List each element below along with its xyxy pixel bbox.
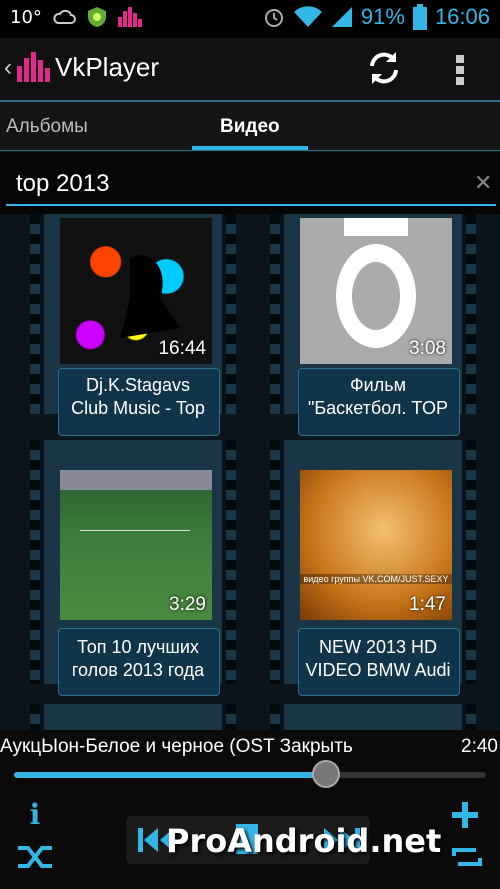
video-title-line2: "Баскетбол. TOP: [307, 398, 449, 418]
status-bar: 10° 91% 16:06: [0, 0, 500, 38]
android-shield-icon: [87, 7, 106, 27]
player-panel: АукцЫон-Белое и черное (OST Закрыть 2:40: [0, 730, 500, 889]
video-duration: 3:29: [169, 594, 206, 615]
video-title-line2: VIDEO BMW Audi: [305, 660, 451, 680]
refresh-icon[interactable]: [364, 48, 404, 88]
stadium-stands: [60, 470, 212, 490]
search-input[interactable]: top 2013: [16, 170, 109, 198]
equalizer-icon: [117, 7, 142, 27]
video-title-line2: голов 2013 года: [71, 660, 205, 680]
search-underline: [6, 204, 496, 206]
video-thumbnail: 3:29: [60, 470, 212, 620]
video-title-line1: NEW 2013 HD: [318, 637, 438, 657]
tab-divider: [0, 150, 500, 151]
add-icon[interactable]: [450, 800, 480, 830]
wifi-icon: [293, 6, 322, 27]
alarm-icon: [264, 9, 283, 27]
overflow-menu-icon[interactable]: [452, 52, 468, 88]
video-card[interactable]: видео группы VK.COM/JUST.SEXY 1:47 NEW 2…: [270, 440, 476, 696]
video-duration: 16:44: [158, 338, 206, 359]
clock: 16:06: [434, 4, 490, 29]
video-title-line1: Фильм: [350, 375, 406, 395]
battery-icon: [412, 4, 427, 30]
elapsed-time: 2:40: [461, 736, 498, 757]
video-thumbnail: 3:08: [300, 218, 452, 364]
tab-bar: Альбомы Видео: [0, 102, 500, 152]
video-card[interactable]: 16:44 Dj.K.Stagavs Club Music - Top: [30, 214, 236, 436]
battery-percent: 91%: [360, 4, 405, 29]
signal-icon: [331, 7, 352, 27]
shuffle-icon[interactable]: [14, 840, 58, 874]
temperature: 10°: [10, 6, 42, 28]
video-title-line1: Топ 10 лучших: [77, 637, 199, 657]
search-bar: top 2013 ✕: [0, 152, 500, 214]
seek-thumb[interactable]: [312, 760, 340, 788]
video-title-line1: Dj.K.Stagavs: [85, 375, 191, 395]
video-card[interactable]: 3:29 Топ 10 лучших голов 2013 года: [30, 440, 236, 696]
tab-albums[interactable]: Альбомы: [6, 116, 88, 138]
info-icon[interactable]: i: [20, 798, 50, 831]
video-card[interactable]: 3:08 Фильм "Баскетбол. TOP: [270, 214, 476, 436]
action-bar: ‹ VkPlayer: [0, 38, 500, 102]
clear-search-icon[interactable]: ✕: [474, 170, 492, 196]
repeat-icon[interactable]: [450, 842, 484, 872]
back-chevron-icon[interactable]: ‹: [4, 54, 12, 82]
video-thumbnail: видео группы VK.COM/JUST.SEXY 1:47: [300, 470, 452, 620]
track-title: АукцЫон-Белое и черное (OST Закрыть: [0, 736, 353, 757]
tab-video[interactable]: Видео: [220, 116, 280, 138]
video-title-line2: Club Music - Top: [71, 398, 205, 418]
app-title: VkPlayer: [55, 52, 160, 82]
video-duration: 1:47: [409, 594, 446, 615]
cloud-icon: [53, 9, 76, 24]
video-grid: 16:44 Dj.K.Stagavs Club Music - Top 3:08…: [0, 214, 500, 730]
video-thumbnail: 16:44: [60, 218, 212, 364]
app-logo-icon[interactable]: [16, 50, 50, 84]
pitch-line: [80, 530, 190, 531]
watermark: ProAndroid.net: [166, 822, 442, 860]
seek-progress: [14, 772, 326, 778]
video-card[interactable]: [270, 704, 476, 730]
thumbnail-watermark: видео группы VK.COM/JUST.SEXY: [300, 574, 452, 584]
video-card[interactable]: [30, 704, 236, 730]
video-duration: 3:08: [409, 338, 446, 359]
